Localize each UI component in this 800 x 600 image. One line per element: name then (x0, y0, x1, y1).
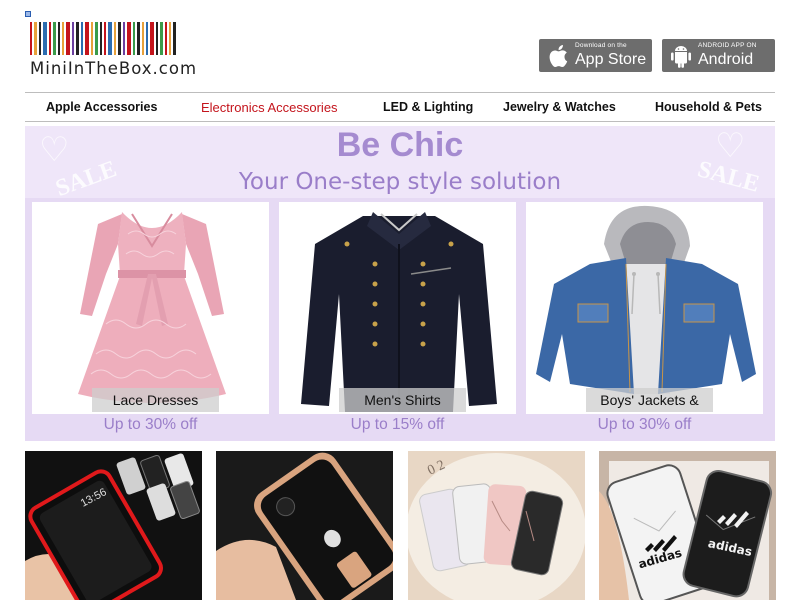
card-label: Men's Shirts (339, 388, 466, 412)
barcode-logo-graphic (30, 22, 215, 55)
card-discount: Up to 30% off (526, 414, 763, 441)
nav-item-led-lighting[interactable]: LED & Lighting (383, 100, 473, 114)
android-icon (668, 44, 694, 68)
android-badge[interactable]: ANDROID APP ON Android (662, 39, 775, 72)
site-logo[interactable]: MiniInTheBox.com (30, 22, 215, 82)
card-label: Lace Dresses (92, 388, 219, 412)
logo-text: MiniInTheBox.com (30, 59, 198, 78)
product-thumb-kickstand-phone-case[interactable] (216, 451, 393, 600)
app-store-small-label: Download on the (575, 42, 627, 50)
apple-icon (545, 44, 571, 68)
category-card-boys-jackets-coats[interactable]: Boys' Jackets & Coats Up to 30% off (522, 198, 767, 441)
category-card-mens-shirts[interactable]: Men's Shirts Up to 15% off (275, 198, 520, 441)
broken-image-icon (25, 11, 31, 17)
product-thumb-magnetic-phone-case[interactable]: 13:56 (25, 451, 202, 600)
category-card-lace-dresses[interactable]: Lace Dresses Up to 30% off (28, 198, 273, 441)
banner-subtitle: Your One-step style solution (238, 169, 562, 195)
app-store-badge[interactable]: Download on the App Store (539, 39, 652, 72)
category-nav: Apple Accessories Electronics Accessorie… (25, 92, 775, 122)
mens-shirt-image (283, 204, 515, 412)
banner-title: Be Chic (336, 126, 464, 164)
nav-item-household-pets[interactable]: Household & Pets (655, 100, 762, 114)
card-discount: Up to 30% off (32, 414, 269, 441)
card-discount: Up to 15% off (279, 414, 516, 441)
android-small-label: ANDROID APP ON (698, 42, 757, 50)
boys-jacket-image (530, 204, 762, 412)
page: { "logo": { "text": "MiniInTheBox.com" }… (0, 0, 800, 600)
card-label: Boys' Jackets & Coats (586, 388, 713, 432)
android-label: Android (698, 50, 754, 68)
nav-item-jewelry-watches[interactable]: Jewelry & Watches (503, 100, 616, 114)
lace-dress-image (36, 204, 268, 412)
product-thumb-adidas-phone-cases[interactable]: adidas adidas (599, 451, 776, 600)
app-store-label: App Store (575, 50, 647, 68)
nav-item-electronics-accessories[interactable]: Electronics Accessories (201, 100, 338, 115)
nav-item-apple-accessories[interactable]: Apple Accessories (46, 100, 157, 114)
product-thumb-marble-phone-cases[interactable]: 0 2 (408, 451, 585, 600)
